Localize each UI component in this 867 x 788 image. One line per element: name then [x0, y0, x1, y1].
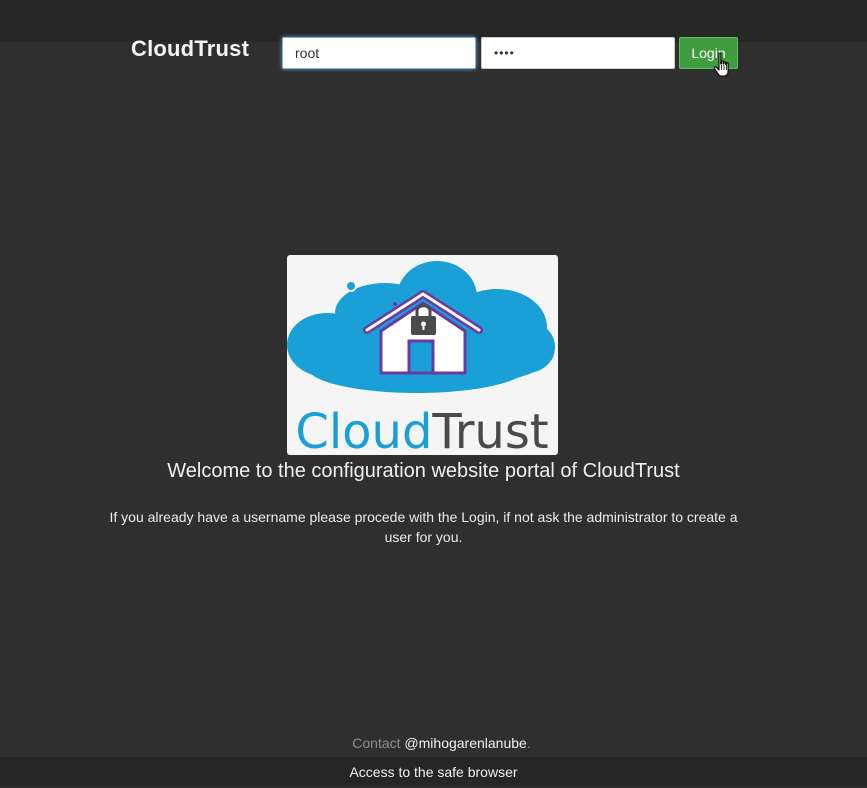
info-text: If you already have a username please pr…	[109, 509, 738, 545]
brand-title: CloudTrust	[131, 36, 250, 61]
logo-word-trust: Trust	[431, 404, 548, 455]
contact-handle-link[interactable]: @mihogarenlanube	[404, 735, 526, 751]
username-input[interactable]	[282, 37, 476, 69]
contact-suffix: .	[526, 735, 531, 751]
welcome-heading: Welcome to the configuration website por…	[167, 460, 680, 482]
contact-line: Contact @mihogarenlanube.	[0, 735, 867, 751]
password-input[interactable]	[481, 37, 675, 69]
hand-cursor-icon	[713, 52, 729, 77]
logo-word-cloud: Cloud	[295, 404, 432, 455]
cloudtrust-logo: CloudTrust	[287, 255, 558, 455]
contact-label: Contact	[352, 735, 401, 751]
safe-browser-link[interactable]: Access to the safe browser	[0, 757, 867, 786]
svg-text:CloudTrust: CloudTrust	[295, 404, 548, 455]
cloudtrust-logo-graphic: CloudTrust	[287, 261, 555, 455]
